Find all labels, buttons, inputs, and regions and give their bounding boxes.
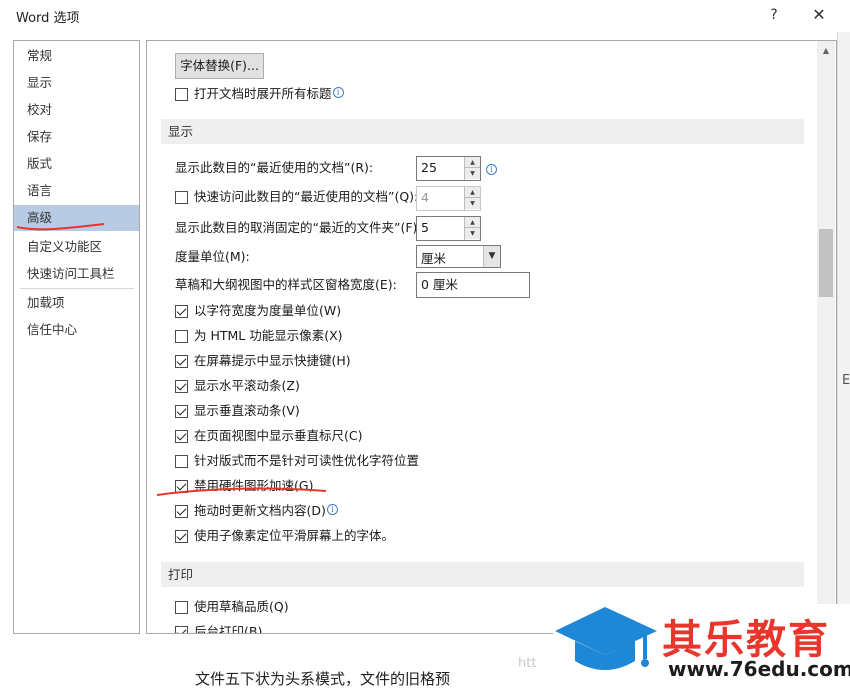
watermark-text: htt xyxy=(518,656,537,671)
background-document-text: 文件五下状为头系模式，文件的旧格预 xyxy=(195,670,451,688)
graduation-cap-icon xyxy=(555,607,657,670)
annotation-underlines xyxy=(16,223,327,496)
annotation-underline-advanced xyxy=(16,223,105,231)
word-options-dialog: Word 选项 ? ✕ E 常规 显示 校对 保存 版式 语言 高级 自定义功能… xyxy=(0,0,850,688)
brand-url: www.76edu.com xyxy=(668,657,850,681)
annotation-underline-hardware xyxy=(156,487,327,496)
